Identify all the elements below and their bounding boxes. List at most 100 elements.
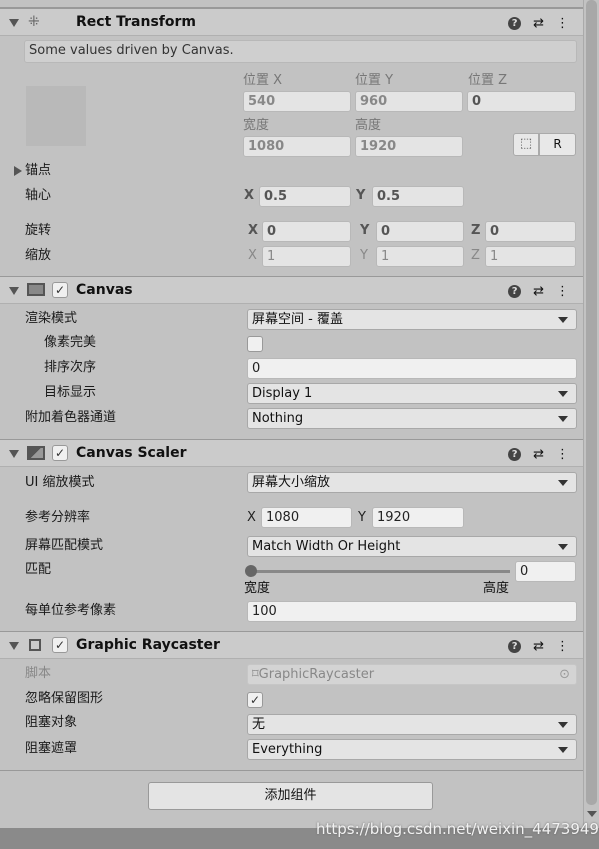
pixel-perfect-label: 像素完美 <box>44 335 97 350</box>
blueprint-mode-button[interactable]: ⬚ <box>513 133 539 156</box>
foldout-icon[interactable] <box>9 450 19 458</box>
match-slider-track[interactable] <box>250 570 510 573</box>
preset-icon[interactable]: ⇄ <box>533 16 544 31</box>
raw-edit-button[interactable]: R <box>539 133 576 156</box>
pivot-x-field[interactable]: 0.5 <box>259 186 351 207</box>
more-menu-icon[interactable]: ⋮ <box>556 639 569 654</box>
canvas-scaler-icon <box>27 446 45 460</box>
anchors-foldout-icon[interactable] <box>14 166 22 176</box>
help-icon[interactable]: ? <box>508 640 522 653</box>
more-menu-icon[interactable]: ⋮ <box>556 284 569 299</box>
help-icon[interactable]: ? <box>508 448 522 461</box>
watermark: https://blog.csdn.net/weixin_44739495 <box>316 820 599 838</box>
rotation-z-field[interactable]: 0 <box>485 221 576 242</box>
match-height-label: 高度 <box>483 581 510 596</box>
rotation-y-field[interactable]: 0 <box>376 221 464 242</box>
render-mode-dropdown[interactable]: 屏幕空间 - 覆盖 <box>247 309 577 330</box>
axis-label: Z <box>471 248 480 263</box>
scale-y-field[interactable]: 1 <box>376 246 464 267</box>
graphic-raycaster-header[interactable]: ✓ Graphic Raycaster ? ⇄ ⋮ <box>0 631 583 659</box>
width-field[interactable]: 1080 <box>243 136 351 157</box>
component-title: Rect Transform <box>76 14 197 30</box>
blocking-objects-label: 阻塞对象 <box>25 715 78 730</box>
object-picker-icon[interactable]: ⊙ <box>559 665 570 684</box>
scrollbar-thumb[interactable] <box>586 0 597 805</box>
canvas-icon <box>27 283 45 296</box>
anchor-preset-preview[interactable] <box>26 86 86 146</box>
height-field[interactable]: 1920 <box>355 136 463 157</box>
ignore-reversed-graphics-checkbox[interactable]: ✓ <box>247 692 263 708</box>
axis-label: Y <box>360 248 368 263</box>
reference-resolution-label: 参考分辨率 <box>25 510 91 525</box>
pos-y-label: 位置 Y <box>355 73 394 88</box>
shader-channels-dropdown[interactable]: Nothing <box>247 408 577 429</box>
axis-label: X <box>248 223 259 238</box>
more-menu-icon[interactable]: ⋮ <box>556 16 569 31</box>
scroll-down-icon[interactable] <box>587 811 597 817</box>
blocking-mask-dropdown[interactable]: Everything <box>247 739 577 760</box>
scale-label: 缩放 <box>25 248 52 263</box>
canvas-header[interactable]: ✓ Canvas ? ⇄ ⋮ <box>0 276 583 304</box>
script-value: GraphicRaycaster <box>258 667 375 682</box>
chevron-down-icon <box>558 416 568 422</box>
component-title: Canvas <box>76 282 133 298</box>
chevron-down-icon <box>558 544 568 550</box>
preset-icon[interactable]: ⇄ <box>533 284 544 299</box>
axis-label: Y <box>356 188 366 203</box>
screen-match-mode-label: 屏幕匹配模式 <box>25 538 104 553</box>
axis-label: X <box>247 510 256 525</box>
pixel-perfect-checkbox[interactable] <box>247 336 263 352</box>
enabled-checkbox[interactable]: ✓ <box>52 445 68 461</box>
anchors-label[interactable]: 锚点 <box>25 163 51 179</box>
scale-z-field[interactable]: 1 <box>485 246 576 267</box>
add-component-button[interactable]: 添加组件 <box>148 782 433 810</box>
pivot-y-field[interactable]: 0.5 <box>372 186 464 207</box>
foldout-icon[interactable] <box>9 642 19 650</box>
reference-x-field[interactable]: 1080 <box>261 507 352 528</box>
script-field[interactable]: ⌑GraphicRaycaster ⊙ <box>247 664 577 685</box>
target-display-dropdown[interactable]: Display 1 <box>247 383 577 404</box>
blocking-mask-label: 阻塞遮罩 <box>25 741 78 756</box>
component-title: Canvas Scaler <box>76 445 187 461</box>
pos-x-field[interactable]: 540 <box>243 91 351 112</box>
pos-x-label: 位置 X <box>243 73 283 88</box>
rect-transform-header[interactable]: ⁜ Rect Transform ? ⇄ ⋮ <box>0 8 583 36</box>
enabled-checkbox[interactable]: ✓ <box>52 282 68 298</box>
component-title: Graphic Raycaster <box>76 637 220 653</box>
pos-z-field[interactable]: 0 <box>467 91 576 112</box>
pos-z-label: 位置 Z <box>468 73 508 88</box>
ui-scale-mode-dropdown[interactable]: 屏幕大小缩放 <box>247 472 577 493</box>
dropdown-value: Display 1 <box>252 386 313 401</box>
screen-match-mode-dropdown[interactable]: Match Width Or Height <box>247 536 577 557</box>
reference-y-field[interactable]: 1920 <box>372 507 464 528</box>
pos-y-field[interactable]: 960 <box>355 91 463 112</box>
axis-label: Y <box>358 510 366 525</box>
canvas-scaler-header[interactable]: ✓ Canvas Scaler ? ⇄ ⋮ <box>0 439 583 467</box>
help-icon[interactable]: ? <box>508 17 522 30</box>
reference-pixels-per-unit-field[interactable]: 100 <box>247 601 577 622</box>
foldout-icon[interactable] <box>9 287 19 295</box>
preset-icon[interactable]: ⇄ <box>533 447 544 462</box>
divider <box>0 770 583 771</box>
match-value-field[interactable]: 0 <box>515 561 576 582</box>
reference-pixels-per-unit-label: 每单位参考像素 <box>25 603 117 618</box>
axis-label: X <box>248 248 257 263</box>
sort-order-label: 排序次序 <box>44 360 97 375</box>
preset-icon[interactable]: ⇄ <box>533 639 544 654</box>
sort-order-field[interactable]: 0 <box>247 358 577 379</box>
scrollbar[interactable] <box>583 0 599 828</box>
dropdown-value: Match Width Or Height <box>252 539 401 554</box>
help-icon[interactable]: ? <box>508 285 522 298</box>
ui-scale-mode-label: UI 缩放模式 <box>25 475 95 490</box>
enabled-checkbox[interactable]: ✓ <box>52 637 68 653</box>
rotation-x-field[interactable]: 0 <box>262 221 351 242</box>
more-menu-icon[interactable]: ⋮ <box>556 447 569 462</box>
foldout-icon[interactable] <box>9 19 19 27</box>
match-slider-thumb[interactable] <box>245 565 257 577</box>
match-label: 匹配 <box>25 562 52 577</box>
scale-x-field[interactable]: 1 <box>262 246 351 267</box>
blocking-objects-dropdown[interactable]: 无 <box>247 714 577 735</box>
dropdown-value: Nothing <box>252 411 304 426</box>
width-label: 宽度 <box>243 118 270 133</box>
inspector-panel: ⁜ Rect Transform ? ⇄ ⋮ Some values driven … <box>0 0 583 828</box>
